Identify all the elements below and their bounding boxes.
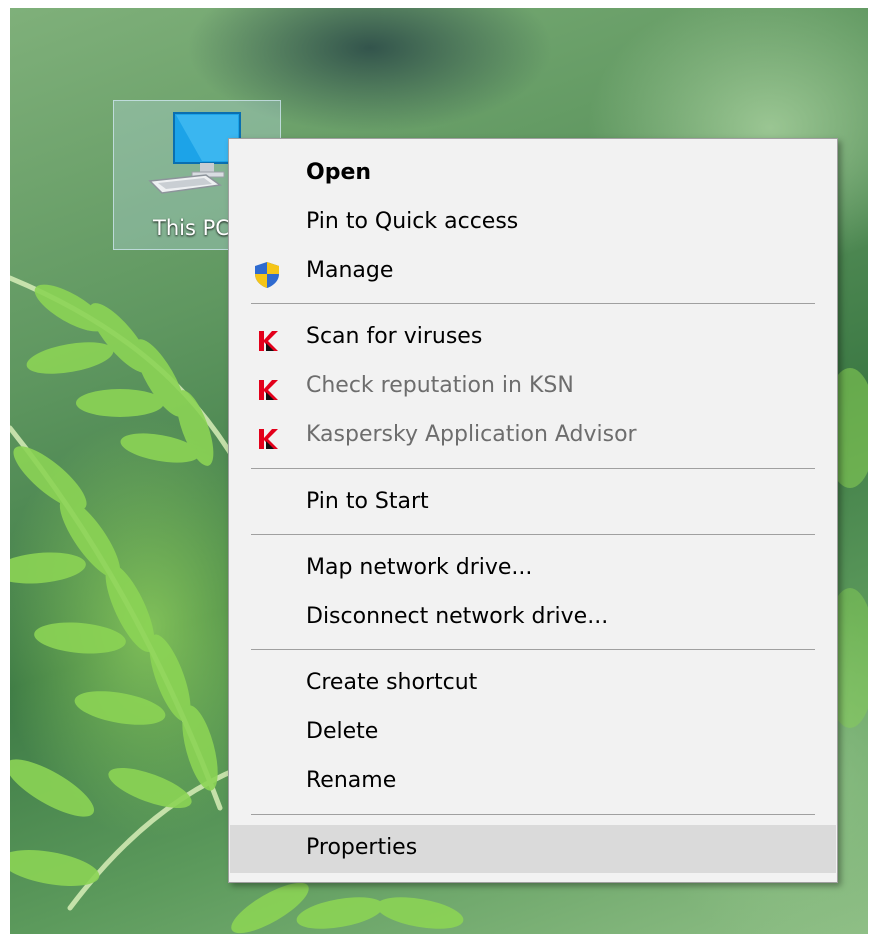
menu-separator [251, 303, 815, 304]
menu-item-label: Open [306, 160, 372, 185]
menu-item-label: Delete [306, 719, 379, 744]
menu-item-pin-to-quick-access[interactable]: Pin to Quick access [230, 201, 836, 247]
this-pc-label: This PC [153, 216, 230, 240]
menu-item-open[interactable]: Open [230, 152, 836, 198]
menu-item-label: Pin to Quick access [306, 209, 519, 234]
menu-separator [251, 468, 815, 469]
menu-item-kaspersky-application-advisor[interactable]: Kaspersky Application Advisor [230, 414, 836, 460]
menu-item-label: Properties [306, 835, 418, 860]
kaspersky-icon [259, 331, 278, 351]
context-menu: Open Pin to Quick access Manage Scan for… [228, 138, 838, 883]
menu-item-label: Create shortcut [306, 670, 478, 695]
kaspersky-icon [259, 429, 278, 449]
menu-item-label: Disconnect network drive... [306, 604, 609, 629]
menu-item-label: Rename [306, 768, 397, 793]
menu-item-check-reputation-ksn[interactable]: Check reputation in KSN [230, 365, 836, 411]
menu-item-disconnect-network-drive[interactable]: Disconnect network drive... [230, 596, 836, 642]
menu-item-rename[interactable]: Rename [230, 760, 836, 806]
menu-separator [251, 534, 815, 535]
menu-item-map-network-drive[interactable]: Map network drive... [230, 547, 836, 593]
menu-item-manage[interactable]: Manage [230, 250, 836, 296]
menu-separator [251, 649, 815, 650]
menu-item-pin-to-start[interactable]: Pin to Start [230, 481, 836, 527]
menu-item-create-shortcut[interactable]: Create shortcut [230, 662, 836, 708]
menu-item-scan-for-viruses[interactable]: Scan for viruses [230, 316, 836, 362]
menu-item-properties[interactable]: Properties [230, 825, 836, 873]
menu-separator [251, 814, 815, 815]
menu-item-label: Map network drive... [306, 555, 533, 580]
menu-item-label: Pin to Start [306, 489, 429, 514]
menu-item-delete[interactable]: Delete [230, 711, 836, 757]
kaspersky-icon [259, 380, 278, 400]
uac-shield-icon [255, 262, 279, 288]
menu-item-label: Scan for viruses [306, 324, 483, 349]
menu-item-label: Manage [306, 258, 394, 283]
menu-item-label: Kaspersky Application Advisor [306, 422, 637, 447]
menu-item-label: Check reputation in KSN [306, 373, 574, 398]
